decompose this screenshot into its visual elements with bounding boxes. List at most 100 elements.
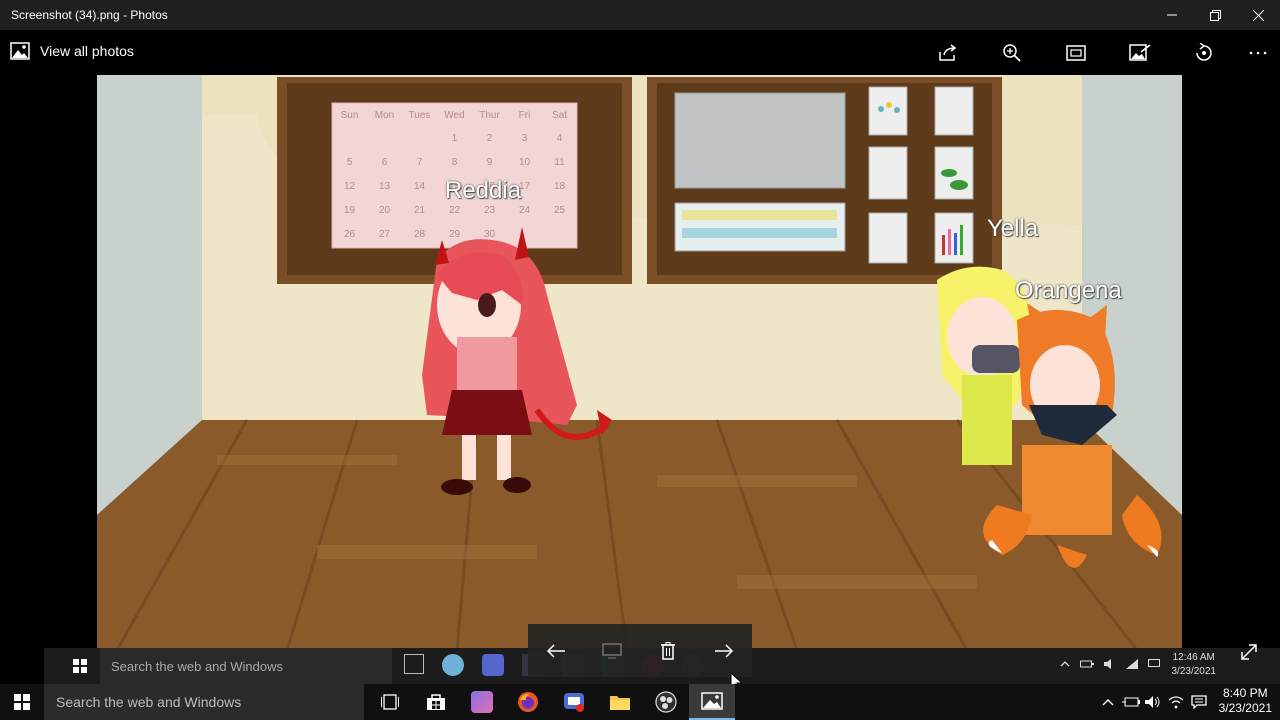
arrow-left-icon [546, 644, 565, 658]
store-icon [427, 694, 445, 710]
calendar-cell [507, 223, 542, 247]
taskbar-recorder-app[interactable] [551, 684, 597, 720]
share-icon [939, 44, 957, 61]
window-title: Screenshot (34).png - Photos [11, 8, 168, 22]
clock-time: 8:40 PM [1222, 686, 1268, 700]
previous-photo-button[interactable] [542, 638, 570, 664]
task-view-icon [404, 654, 424, 674]
view-all-photos-label: View all photos [40, 43, 134, 59]
slideshow-nav-button[interactable] [598, 638, 626, 664]
windows-logo-icon [73, 659, 87, 673]
edit-create-button[interactable] [1127, 40, 1153, 66]
slideshow-button[interactable] [1063, 40, 1089, 66]
recorded-tray [1060, 659, 1160, 669]
taskbar-file-explorer-app[interactable] [597, 684, 643, 720]
action-center-button[interactable] [1188, 684, 1210, 720]
network-status[interactable] [1165, 684, 1187, 720]
calendar-cell: 12 [343, 181, 356, 192]
wifi-icon [1168, 696, 1184, 709]
zoom-in-icon [1003, 44, 1021, 62]
show-hidden-icons-button[interactable] [1097, 684, 1119, 720]
yella-name-label: Yella [987, 215, 1039, 242]
reddia-name-label: Reddia [445, 177, 522, 204]
calendar-cell: 10 [518, 157, 531, 168]
slideshow-icon [602, 643, 622, 659]
screen-recorder-icon [564, 693, 584, 712]
calendar-cell: 3 [521, 133, 528, 144]
recorded-search-box: Search the web and Windows [100, 648, 392, 684]
taskbar-photos-app[interactable] [689, 684, 735, 720]
windows-logo-icon [14, 694, 30, 710]
close-button[interactable] [1236, 0, 1280, 30]
photos-icon [701, 692, 723, 710]
calendar-cell [367, 127, 402, 151]
volume-icon [1145, 696, 1160, 708]
photo-canvas: Sun Mon Tues Wed Thur Fri Sat 1 2 3 4 5 … [97, 75, 1182, 650]
delete-photo-button[interactable] [654, 638, 682, 664]
calendar-day: Fri [518, 110, 531, 121]
rotate-button[interactable] [1191, 40, 1217, 66]
classroom-scene-image [97, 75, 1182, 650]
obs-icon [655, 691, 677, 713]
calendar-cell: 9 [486, 157, 493, 168]
volume-control[interactable] [1142, 684, 1164, 720]
taskbar-store-app[interactable] [413, 684, 459, 720]
task-view-icon [381, 694, 399, 710]
calendar-cell: 30 [483, 229, 496, 240]
calendar-cell: 28 [413, 229, 426, 240]
photo-navigation-bar [528, 624, 752, 677]
battery-icon [1080, 660, 1094, 668]
calendar-day: Sun [340, 110, 359, 121]
wifi-icon [1126, 659, 1138, 669]
taskbar-game-app[interactable] [459, 684, 505, 720]
calendar-cell: 4 [556, 133, 563, 144]
zoom-button[interactable] [999, 40, 1025, 66]
task-view-button[interactable] [367, 684, 413, 720]
expand-icon [1241, 644, 1257, 660]
calendar-cell: 1 [451, 133, 458, 144]
next-photo-button[interactable] [710, 638, 738, 664]
paint-app-icon [442, 654, 464, 676]
calendar-day: Mon [374, 110, 395, 121]
view-all-photos-button[interactable]: View all photos [10, 42, 134, 60]
battery-status[interactable] [1120, 684, 1142, 720]
calendar-cell [542, 223, 577, 247]
chevron-up-icon [1060, 661, 1070, 667]
more-options-button[interactable] [1245, 40, 1271, 66]
photo-icon [10, 42, 30, 60]
slideshow-icon [1066, 45, 1086, 61]
calendar-day: Thur [479, 110, 500, 121]
taskbar-firefox-app[interactable] [505, 684, 551, 720]
calendar-cell: 7 [416, 157, 423, 168]
close-icon [1252, 9, 1264, 21]
restore-button[interactable] [1193, 0, 1237, 30]
photos-toolbar: View all photos [0, 30, 1280, 75]
fullscreen-button[interactable] [1236, 639, 1262, 665]
taskbar-obs-app[interactable] [643, 684, 689, 720]
start-button[interactable] [0, 684, 44, 720]
recorded-date: 3/23/2021 [1171, 666, 1217, 677]
chevron-up-icon [1102, 699, 1114, 706]
arrow-right-icon [715, 644, 734, 658]
calendar: Sun Mon Tues Wed Thur Fri Sat 1 2 3 4 5 … [332, 105, 577, 247]
calendar-day: Wed [444, 110, 465, 121]
notification-icon [1148, 659, 1160, 667]
calendar-cell: 19 [343, 205, 356, 216]
calendar-day: Tues [408, 110, 431, 121]
calendar-cell: 29 [448, 229, 461, 240]
share-button[interactable] [935, 40, 961, 66]
calendar-cell [332, 127, 367, 151]
volume-icon [1104, 659, 1111, 669]
battery-icon [1122, 697, 1140, 707]
calendar-cell: 25 [553, 205, 566, 216]
taskbar-search-box[interactable]: Search the web and Windows [44, 684, 364, 720]
firefox-icon [518, 692, 538, 712]
minimize-button[interactable] [1150, 0, 1194, 30]
calendar-cell: 5 [346, 157, 353, 168]
taskbar-clock[interactable]: 8:40 PM 3/23/2021 [1219, 686, 1272, 716]
calendar-cell: 13 [378, 181, 391, 192]
calendar-cell: 11 [554, 157, 565, 168]
calendar-cell: 20 [378, 205, 391, 216]
minimize-icon [1167, 14, 1177, 16]
clock-date: 3/23/2021 [1218, 701, 1272, 715]
